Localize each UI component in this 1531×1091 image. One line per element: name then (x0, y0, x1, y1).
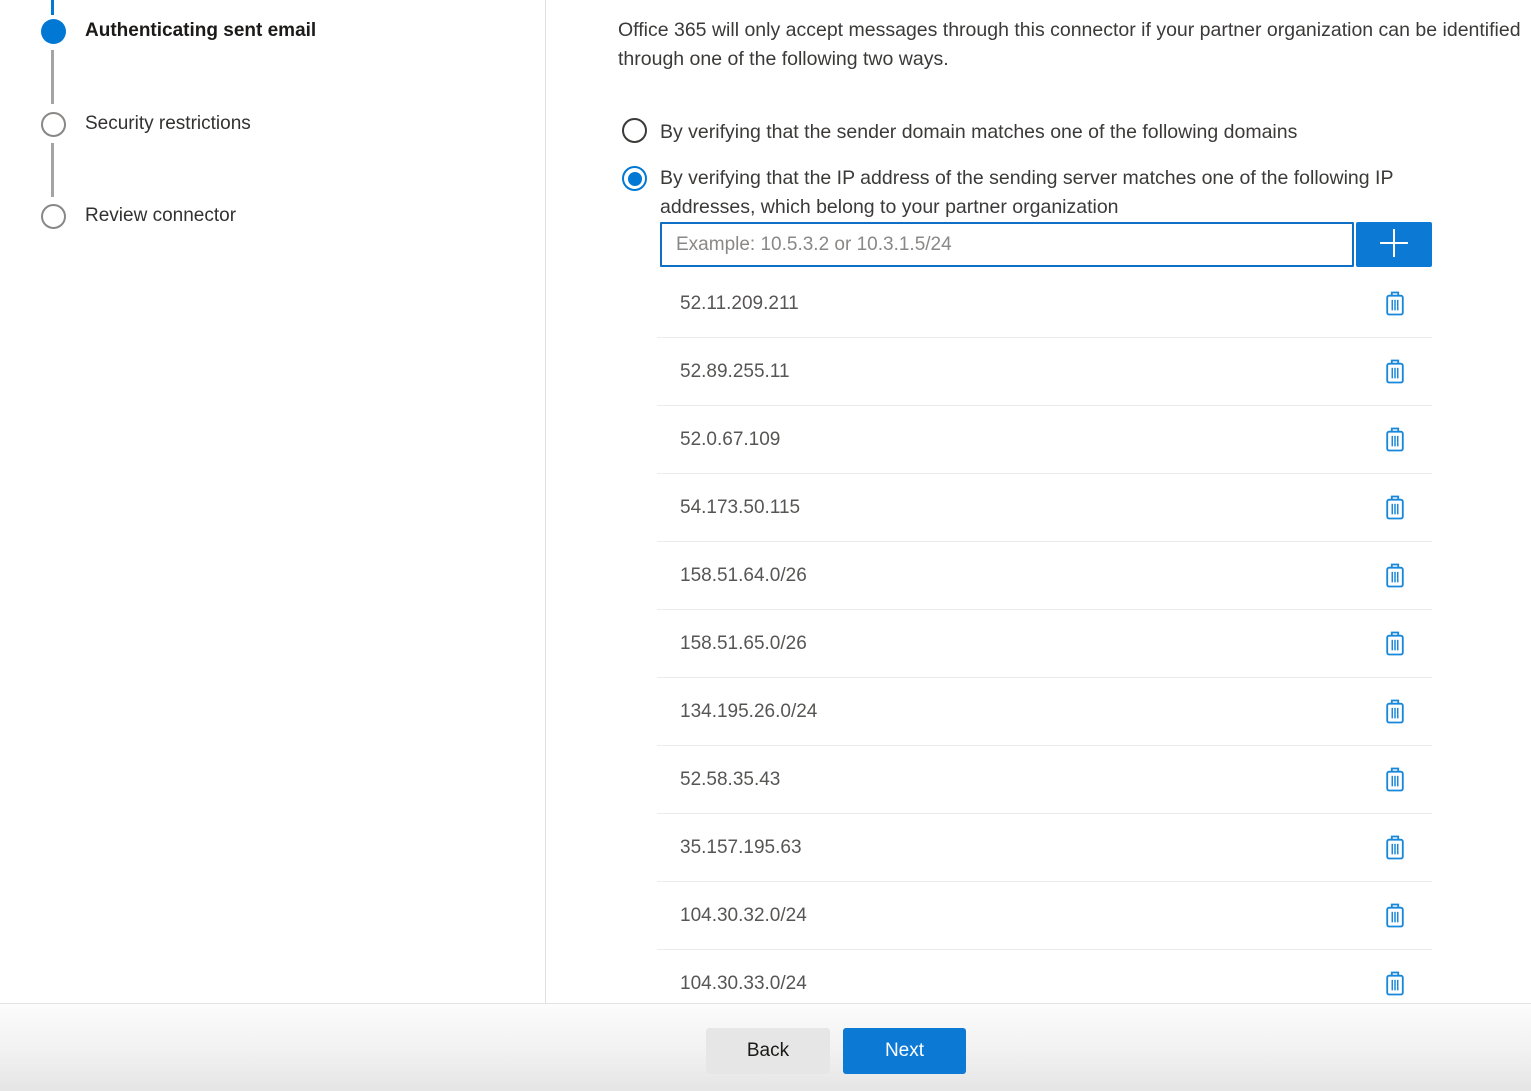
radio-label-verify-ip-address[interactable]: By verifying that the IP address of the … (660, 164, 1490, 221)
next-button[interactable]: Next (843, 1028, 966, 1074)
trash-icon (1384, 645, 1406, 660)
wizard-stepper-sidebar: Authenticating sent email Security restr… (0, 0, 546, 1003)
step-indicator-review-connector (41, 204, 66, 229)
delete-ip-button[interactable] (1382, 900, 1408, 931)
ip-list-item: 134.195.26.0/24 (657, 678, 1432, 746)
delete-ip-button[interactable] (1382, 628, 1408, 659)
connector-wizard-page: Authenticating sent email Security restr… (0, 0, 1531, 1091)
ip-list-item: 52.11.209.211 (657, 270, 1432, 338)
radio-verify-sender-domain[interactable] (622, 118, 647, 143)
trash-icon (1384, 373, 1406, 388)
ip-address-input[interactable] (660, 222, 1354, 267)
delete-ip-button[interactable] (1382, 492, 1408, 523)
ip-list-item: 35.157.195.63 (657, 814, 1432, 882)
add-icon (1377, 226, 1411, 263)
trash-icon (1384, 849, 1406, 864)
step-connector-line (51, 50, 54, 104)
sidebar-item-review-connector[interactable]: Review connector (85, 203, 236, 228)
trash-icon (1384, 577, 1406, 592)
delete-ip-button[interactable] (1382, 424, 1408, 455)
ip-list-item: 158.51.64.0/26 (657, 542, 1432, 610)
step-connector-line-top (51, 0, 54, 15)
ip-address-value: 104.30.33.0/24 (680, 973, 807, 995)
ip-address-value: 54.173.50.115 (680, 497, 800, 519)
ip-address-value: 158.51.65.0/26 (680, 633, 807, 655)
page-description: Office 365 will only accept messages thr… (618, 16, 1530, 74)
step-indicator-authenticating-sent-email (41, 19, 66, 44)
ip-address-value: 104.30.32.0/24 (680, 905, 807, 927)
delete-ip-button[interactable] (1382, 696, 1408, 727)
ip-address-value: 35.157.195.63 (680, 837, 802, 859)
trash-icon (1384, 781, 1406, 796)
trash-icon (1384, 441, 1406, 456)
sidebar-item-security-restrictions[interactable]: Security restrictions (85, 111, 251, 136)
ip-address-list: 52.11.209.211 52.89.255.11 (657, 270, 1432, 1003)
back-button[interactable]: Back (706, 1028, 830, 1074)
sidebar-item-authenticating-sent-email[interactable]: Authenticating sent email (85, 18, 316, 43)
delete-ip-button[interactable] (1382, 968, 1408, 999)
ip-list-item: 52.89.255.11 (657, 338, 1432, 406)
add-ip-button[interactable] (1356, 222, 1432, 267)
step-connector-line (51, 143, 54, 197)
delete-ip-button[interactable] (1382, 560, 1408, 591)
ip-list-item: 52.0.67.109 (657, 406, 1432, 474)
ip-address-value: 134.195.26.0/24 (680, 701, 817, 723)
ip-address-value: 52.0.67.109 (680, 429, 780, 451)
radio-verify-ip-address[interactable] (622, 166, 647, 191)
trash-icon (1384, 713, 1406, 728)
ip-list-item: 52.58.35.43 (657, 746, 1432, 814)
step-indicator-security-restrictions (41, 112, 66, 137)
delete-ip-button[interactable] (1382, 764, 1408, 795)
ip-address-value: 52.89.255.11 (680, 361, 790, 383)
ip-address-value: 52.58.35.43 (680, 769, 780, 791)
ip-address-value: 158.51.64.0/26 (680, 565, 807, 587)
radio-label-verify-sender-domain[interactable]: By verifying that the sender domain matc… (660, 118, 1520, 147)
trash-icon (1384, 985, 1406, 1000)
ip-list-item: 104.30.33.0/24 (657, 950, 1432, 1003)
ip-list-item: 104.30.32.0/24 (657, 882, 1432, 950)
ip-address-value: 52.11.209.211 (680, 293, 799, 315)
delete-ip-button[interactable] (1382, 832, 1408, 863)
delete-ip-button[interactable] (1382, 356, 1408, 387)
ip-list-item: 158.51.65.0/26 (657, 610, 1432, 678)
trash-icon (1384, 917, 1406, 932)
delete-ip-button[interactable] (1382, 288, 1408, 319)
trash-icon (1384, 509, 1406, 524)
trash-icon (1384, 305, 1406, 320)
wizard-footer: Back Next (0, 1003, 1531, 1091)
ip-list-item: 54.173.50.115 (657, 474, 1432, 542)
